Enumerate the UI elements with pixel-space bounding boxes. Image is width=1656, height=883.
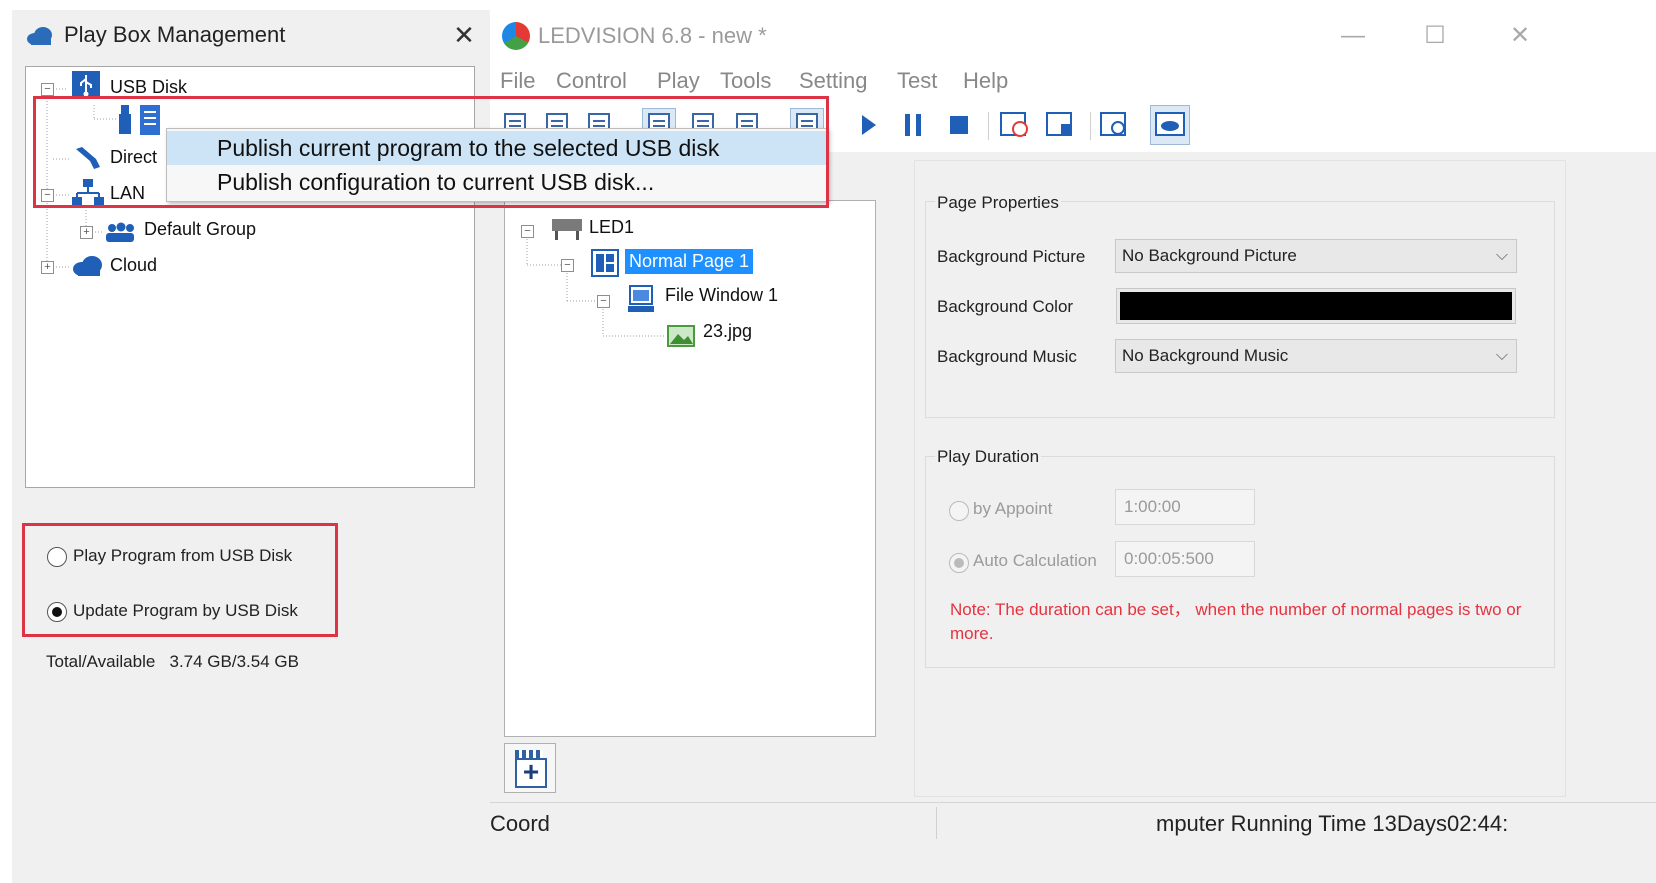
duration-note: Note: The duration can be set， when the … bbox=[950, 600, 1522, 643]
tree-item-cloud[interactable]: Cloud bbox=[110, 255, 157, 276]
bg-picture-label: Background Picture bbox=[937, 247, 1086, 266]
window-collapse-toggle[interactable]: − bbox=[597, 295, 610, 308]
add-page-button[interactable]: + bbox=[504, 743, 556, 793]
play-box-cloud-icon[interactable] bbox=[1150, 105, 1190, 145]
menu-test[interactable]: Test bbox=[897, 68, 937, 94]
tree-item-image-file[interactable]: 23.jpg bbox=[703, 321, 752, 342]
pause-icon[interactable] bbox=[896, 108, 930, 142]
menu-tools[interactable]: Tools bbox=[720, 68, 771, 94]
chevron-down-icon: ⌵ bbox=[1495, 347, 1508, 364]
cloud-icon bbox=[73, 256, 102, 276]
tree-item-led1[interactable]: LED1 bbox=[589, 217, 634, 238]
cloud-expand-toggle[interactable]: + bbox=[41, 261, 54, 274]
status-running-time: mputer Running Time 13Days02:44: bbox=[1156, 811, 1509, 836]
by-appoint-input[interactable]: 1:00:00 bbox=[1115, 489, 1255, 525]
close-button[interactable]: ✕ bbox=[1505, 22, 1535, 52]
tree-item-file-window[interactable]: File Window 1 bbox=[665, 285, 778, 306]
panel-header: Play Box Management bbox=[12, 10, 490, 62]
bg-picture-value: No Background Picture bbox=[1122, 246, 1297, 265]
cloud-icon bbox=[27, 27, 52, 45]
menu-file[interactable]: File bbox=[500, 68, 535, 94]
by-appoint-radio[interactable] bbox=[949, 501, 969, 521]
menu-control[interactable]: Control bbox=[556, 68, 627, 94]
tree-item-normal-page[interactable]: Normal Page 1 bbox=[625, 249, 754, 274]
page-collapse-toggle[interactable]: − bbox=[561, 259, 574, 272]
by-appoint-label: by Appoint bbox=[973, 499, 1053, 518]
play-from-usb-radio[interactable] bbox=[47, 547, 67, 567]
update-by-usb-radio[interactable] bbox=[47, 602, 67, 622]
storage-value: 3.74 GB/3.54 GB bbox=[169, 652, 299, 671]
menu-setting[interactable]: Setting bbox=[799, 68, 868, 94]
bg-picture-select[interactable]: No Background Picture ⌵ bbox=[1115, 239, 1517, 273]
close-icon[interactable]: ✕ bbox=[449, 20, 479, 50]
ledvision-logo-icon bbox=[502, 22, 530, 50]
schedule-icon[interactable] bbox=[998, 108, 1032, 142]
status-coord: Coord bbox=[490, 811, 550, 836]
led-collapse-toggle[interactable]: − bbox=[521, 225, 534, 238]
default-group-expand-toggle[interactable]: + bbox=[80, 226, 93, 239]
program-tree[interactable]: − LED1 − Normal Page 1 − File Window 1 2… bbox=[504, 200, 876, 737]
window-title: LEDVISION 6.8 - new * bbox=[538, 23, 767, 48]
menu-play[interactable]: Play bbox=[657, 68, 700, 94]
play-duration-title: Play Duration bbox=[935, 447, 1042, 467]
usb-disk-collapse-toggle[interactable]: − bbox=[41, 83, 54, 96]
annotation-highlight-box bbox=[33, 96, 829, 208]
chevron-down-icon: ⌵ bbox=[1495, 247, 1508, 264]
update-by-usb-label[interactable]: Update Program by USB Disk bbox=[73, 601, 298, 621]
lock-screen-icon[interactable] bbox=[1044, 108, 1078, 142]
usb-icon bbox=[72, 71, 100, 99]
title-bar: LEDVISION 6.8 - new * — ☐ ✕ bbox=[490, 10, 1656, 62]
storage-info: Total/Available 3.74 GB/3.54 GB bbox=[46, 652, 299, 672]
play-icon[interactable] bbox=[852, 108, 886, 142]
stop-icon[interactable] bbox=[942, 108, 976, 142]
tree-item-usb-disk[interactable]: USB Disk bbox=[110, 77, 187, 98]
page-properties-title: Page Properties bbox=[935, 193, 1061, 213]
play-from-usb-label[interactable]: Play Program from USB Disk bbox=[73, 546, 292, 566]
bg-color-swatch[interactable] bbox=[1116, 288, 1516, 324]
bg-music-value: No Background Music bbox=[1122, 346, 1289, 365]
maximize-button[interactable]: ☐ bbox=[1420, 22, 1450, 52]
auto-calculation-radio[interactable] bbox=[949, 553, 969, 573]
auto-calculation-input[interactable]: 0:00:05:500 bbox=[1115, 541, 1255, 577]
auto-calculation-label: Auto Calculation bbox=[973, 551, 1097, 570]
properties-panel: Page Properties Background Picture No Ba… bbox=[914, 160, 1566, 797]
tree-item-default-group[interactable]: Default Group bbox=[144, 219, 256, 240]
bg-music-label: Background Music bbox=[937, 347, 1077, 366]
minimize-button[interactable]: — bbox=[1338, 22, 1368, 52]
bg-color-label: Background Color bbox=[937, 297, 1074, 316]
page-icon bbox=[591, 249, 619, 277]
status-bar: Coord mputer Running Time 13Days02:44: bbox=[490, 802, 1656, 843]
storage-label: Total/Available bbox=[46, 652, 156, 671]
led-screen-icon bbox=[552, 219, 582, 240]
timer-screen-icon[interactable] bbox=[1098, 108, 1132, 142]
usb-mode-options: Play Program from USB Disk Update Progra… bbox=[22, 523, 338, 637]
file-window-icon bbox=[628, 285, 654, 312]
panel-title: Play Box Management bbox=[64, 22, 286, 47]
plus-icon: + bbox=[515, 758, 547, 788]
bg-music-select[interactable]: No Background Music ⌵ bbox=[1115, 339, 1517, 373]
menu-help[interactable]: Help bbox=[963, 68, 1008, 94]
image-file-icon bbox=[667, 325, 695, 347]
group-users-icon bbox=[106, 222, 134, 242]
